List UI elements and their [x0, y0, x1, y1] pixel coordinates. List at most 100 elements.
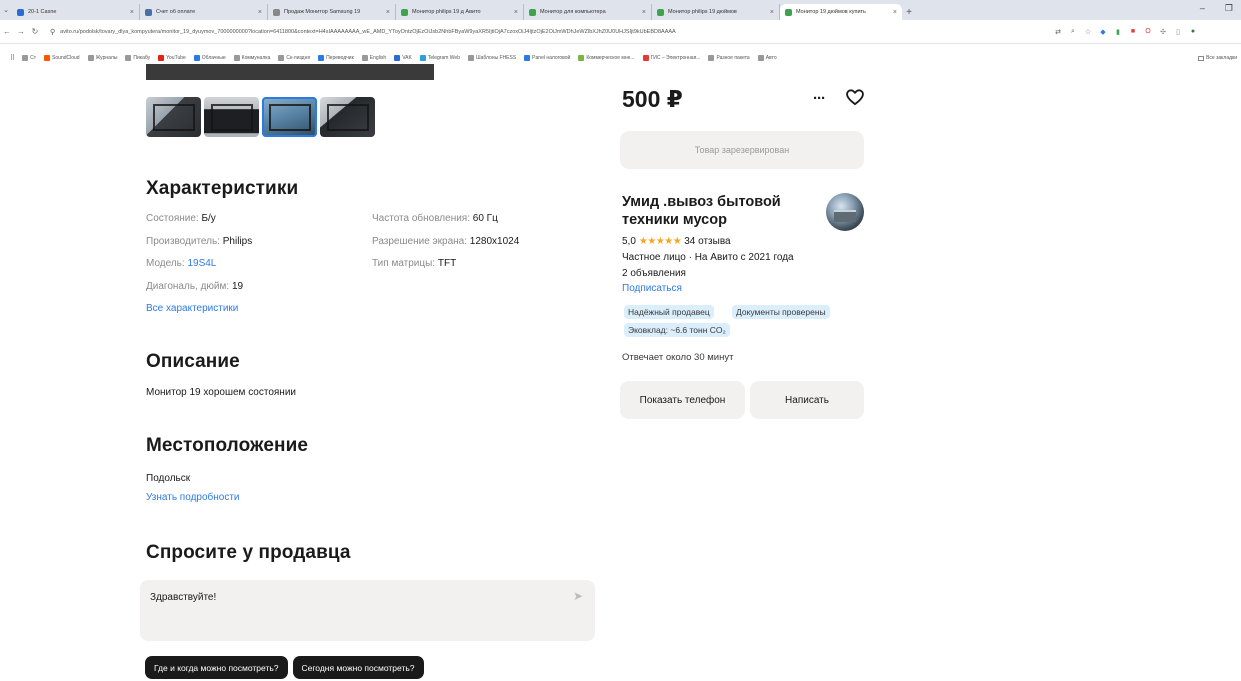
bookmark-item[interactable]: English	[361, 55, 386, 61]
bookmark-item[interactable]: Переводчик	[318, 55, 354, 61]
write-message-button[interactable]: Написать	[750, 381, 864, 419]
all-bookmarks[interactable]: Все закладки	[1194, 52, 1237, 64]
bookmark-item[interactable]: Ск-лиздня	[278, 55, 310, 61]
reload-icon[interactable]: ↻	[28, 27, 42, 36]
browser-tab[interactable]: Счет об оплате ×	[140, 4, 268, 20]
bookmark-item[interactable]: Авто	[757, 55, 777, 61]
tab-title: 20-1 Casne	[28, 9, 57, 15]
extension-icon-1[interactable]: ◆	[1099, 28, 1107, 36]
thumbnail[interactable]	[204, 97, 259, 137]
browser-tab[interactable]: 20-1 Casne ×	[12, 4, 140, 20]
bookmark-favicon-icon	[22, 55, 29, 61]
description-text: Монитор 19 хорошем состоянии	[146, 387, 297, 398]
more-icon[interactable]: ···	[813, 90, 826, 107]
tab-title: Монитор philips 19 дюймов	[668, 9, 737, 15]
bookmark-favicon-icon	[44, 55, 51, 61]
bookmark-item[interactable]: Журналы	[87, 55, 117, 61]
bookmark-star-icon[interactable]: ☆	[1084, 28, 1092, 36]
address-bar[interactable]: ⚲ avito.ru/podolsk/tovary_dlya_kompyuter…	[50, 25, 930, 39]
forward-icon[interactable]: →	[14, 27, 28, 36]
seller-listings[interactable]: 2 объявления	[622, 268, 686, 279]
spec-value: 60 Гц	[472, 213, 498, 224]
seller-avatar[interactable]	[826, 193, 864, 231]
back-icon[interactable]: ←	[0, 27, 14, 36]
thumbnail-selected[interactable]	[262, 97, 317, 137]
minimize-icon[interactable]: –	[1200, 3, 1205, 14]
badge-eco-contribution[interactable]: Эковклад: ~6.6 тонн CO₂	[624, 323, 730, 337]
zoom-icon[interactable]: ⌕	[1069, 28, 1077, 36]
puzzle-icon[interactable]: ✣	[1159, 28, 1167, 36]
message-input[interactable]: Здравствуйте! ➤	[140, 580, 595, 641]
tab-close-icon[interactable]: ×	[130, 9, 134, 16]
opera-icon[interactable]: O	[1144, 28, 1152, 36]
address-bar-url: avito.ru/podolsk/tovary_dlya_kompyutera/…	[60, 28, 676, 35]
quick-reply-button[interactable]: Сегодня можно посмотреть?	[292, 656, 424, 679]
bookmark-item[interactable]: Пикабу	[125, 55, 150, 61]
sidebar-icon[interactable]: ▯	[1174, 28, 1182, 36]
tab-close-icon[interactable]: ×	[258, 9, 262, 16]
bookmark-item[interactable]: Коммуналка	[233, 55, 270, 61]
bookmark-item[interactable]: ГИС – Электронная...	[642, 55, 700, 61]
browser-tab[interactable]: Монитор philips 19 дюймов ×	[652, 4, 780, 20]
browser-tab[interactable]: Продаж Монитор Samsung 19 ×	[268, 4, 396, 20]
bookmark-favicon-icon	[278, 55, 285, 61]
thumbnail[interactable]	[320, 97, 375, 137]
browser-tab[interactable]: Монитор для компьютера ×	[524, 4, 652, 20]
browser-tab[interactable]: Монитор philips 19 д Авито ×	[396, 4, 524, 20]
translate-icon[interactable]: ⇄	[1054, 28, 1062, 36]
tab-close-icon[interactable]: ×	[514, 9, 518, 16]
badge-documents-verified[interactable]: Документы проверены	[732, 305, 830, 319]
location-details-link[interactable]: Узнать подробности	[146, 492, 240, 503]
tab-favicon-icon	[273, 8, 280, 16]
bookmark-favicon-icon	[578, 55, 585, 61]
folder-icon	[1198, 55, 1205, 61]
bookmark-item[interactable]: Коммерческое мне...	[578, 55, 635, 61]
bookmark-item[interactable]: Ст	[22, 55, 36, 61]
bookmark-item[interactable]: VAK	[394, 55, 412, 61]
spec-row: Частота обновления: 60 Гц	[372, 208, 519, 231]
seller-since: Частное лицо · На Авито с 2021 года	[622, 252, 794, 263]
bookmark-item[interactable]: Разное пакета	[708, 55, 750, 61]
bookmark-item[interactable]: Panel налоговой	[524, 55, 570, 61]
bookmark-item[interactable]: Telegram Web	[419, 55, 460, 61]
bookmark-item[interactable]: Облачные	[193, 55, 226, 61]
spec-row: Производитель: Philips	[146, 231, 252, 254]
send-icon[interactable]: ➤	[573, 589, 583, 603]
tab-close-icon[interactable]: ×	[770, 9, 774, 16]
tab-favicon-icon	[529, 8, 536, 16]
quick-reply-button[interactable]: Где и когда можно посмотреть?	[145, 656, 288, 679]
spec-key: Модель:	[146, 258, 185, 269]
tab-close-icon[interactable]: ×	[642, 9, 646, 16]
bookmarks-bar: ⠿ Ст SoundCloud Журналы Пикабу YouTube Облачн…	[0, 52, 1241, 64]
bookmark-item[interactable]: Шаблоны FHESS	[468, 55, 516, 61]
profile-icon[interactable]: ●	[1189, 28, 1197, 36]
subscribe-link[interactable]: Подписаться	[622, 283, 682, 294]
bookmark-favicon-icon	[193, 55, 200, 61]
reserved-button[interactable]: Товар зарезервирован	[620, 131, 864, 169]
main-photo[interactable]	[146, 64, 434, 80]
extension-icon-3[interactable]: ■	[1129, 28, 1137, 36]
show-phone-button[interactable]: Показать телефон	[620, 381, 745, 419]
extension-icon-2[interactable]: ▮	[1114, 28, 1122, 36]
seller-name[interactable]: Умид .вывоз бытовой техники мусор	[622, 193, 817, 229]
characteristics-heading: Характеристики	[146, 178, 299, 199]
spec-value[interactable]: 19S4L	[187, 258, 216, 269]
spec-row: Модель: 19S4L	[146, 253, 252, 276]
tab-close-icon[interactable]: ×	[893, 9, 897, 16]
new-tab-button[interactable]: +	[902, 4, 916, 20]
bookmark-favicon-icon	[87, 55, 94, 61]
all-characteristics-link[interactable]: Все характеристики	[146, 303, 238, 314]
browser-tab-active[interactable]: Монитор 19 дюймов купить ×	[780, 4, 902, 20]
bookmark-item[interactable]: SoundCloud	[44, 55, 80, 61]
seller-rating[interactable]: 5,0 ★★★★★ 34 отзыва	[622, 236, 731, 247]
site-info-icon[interactable]: ⚲	[50, 28, 55, 36]
spec-key: Диагональ, дюйм:	[146, 280, 230, 292]
restore-icon[interactable]: ❐	[1225, 3, 1233, 14]
apps-icon[interactable]: ⠿	[10, 54, 15, 62]
bookmark-item[interactable]: YouTube	[158, 55, 186, 61]
badge-reliable-seller[interactable]: Надёжный продавец	[624, 305, 714, 319]
favorite-heart-icon[interactable]	[845, 87, 865, 107]
tab-search-icon[interactable]: ⌄	[0, 0, 12, 20]
thumbnail[interactable]	[146, 97, 201, 137]
tab-close-icon[interactable]: ×	[386, 9, 390, 16]
